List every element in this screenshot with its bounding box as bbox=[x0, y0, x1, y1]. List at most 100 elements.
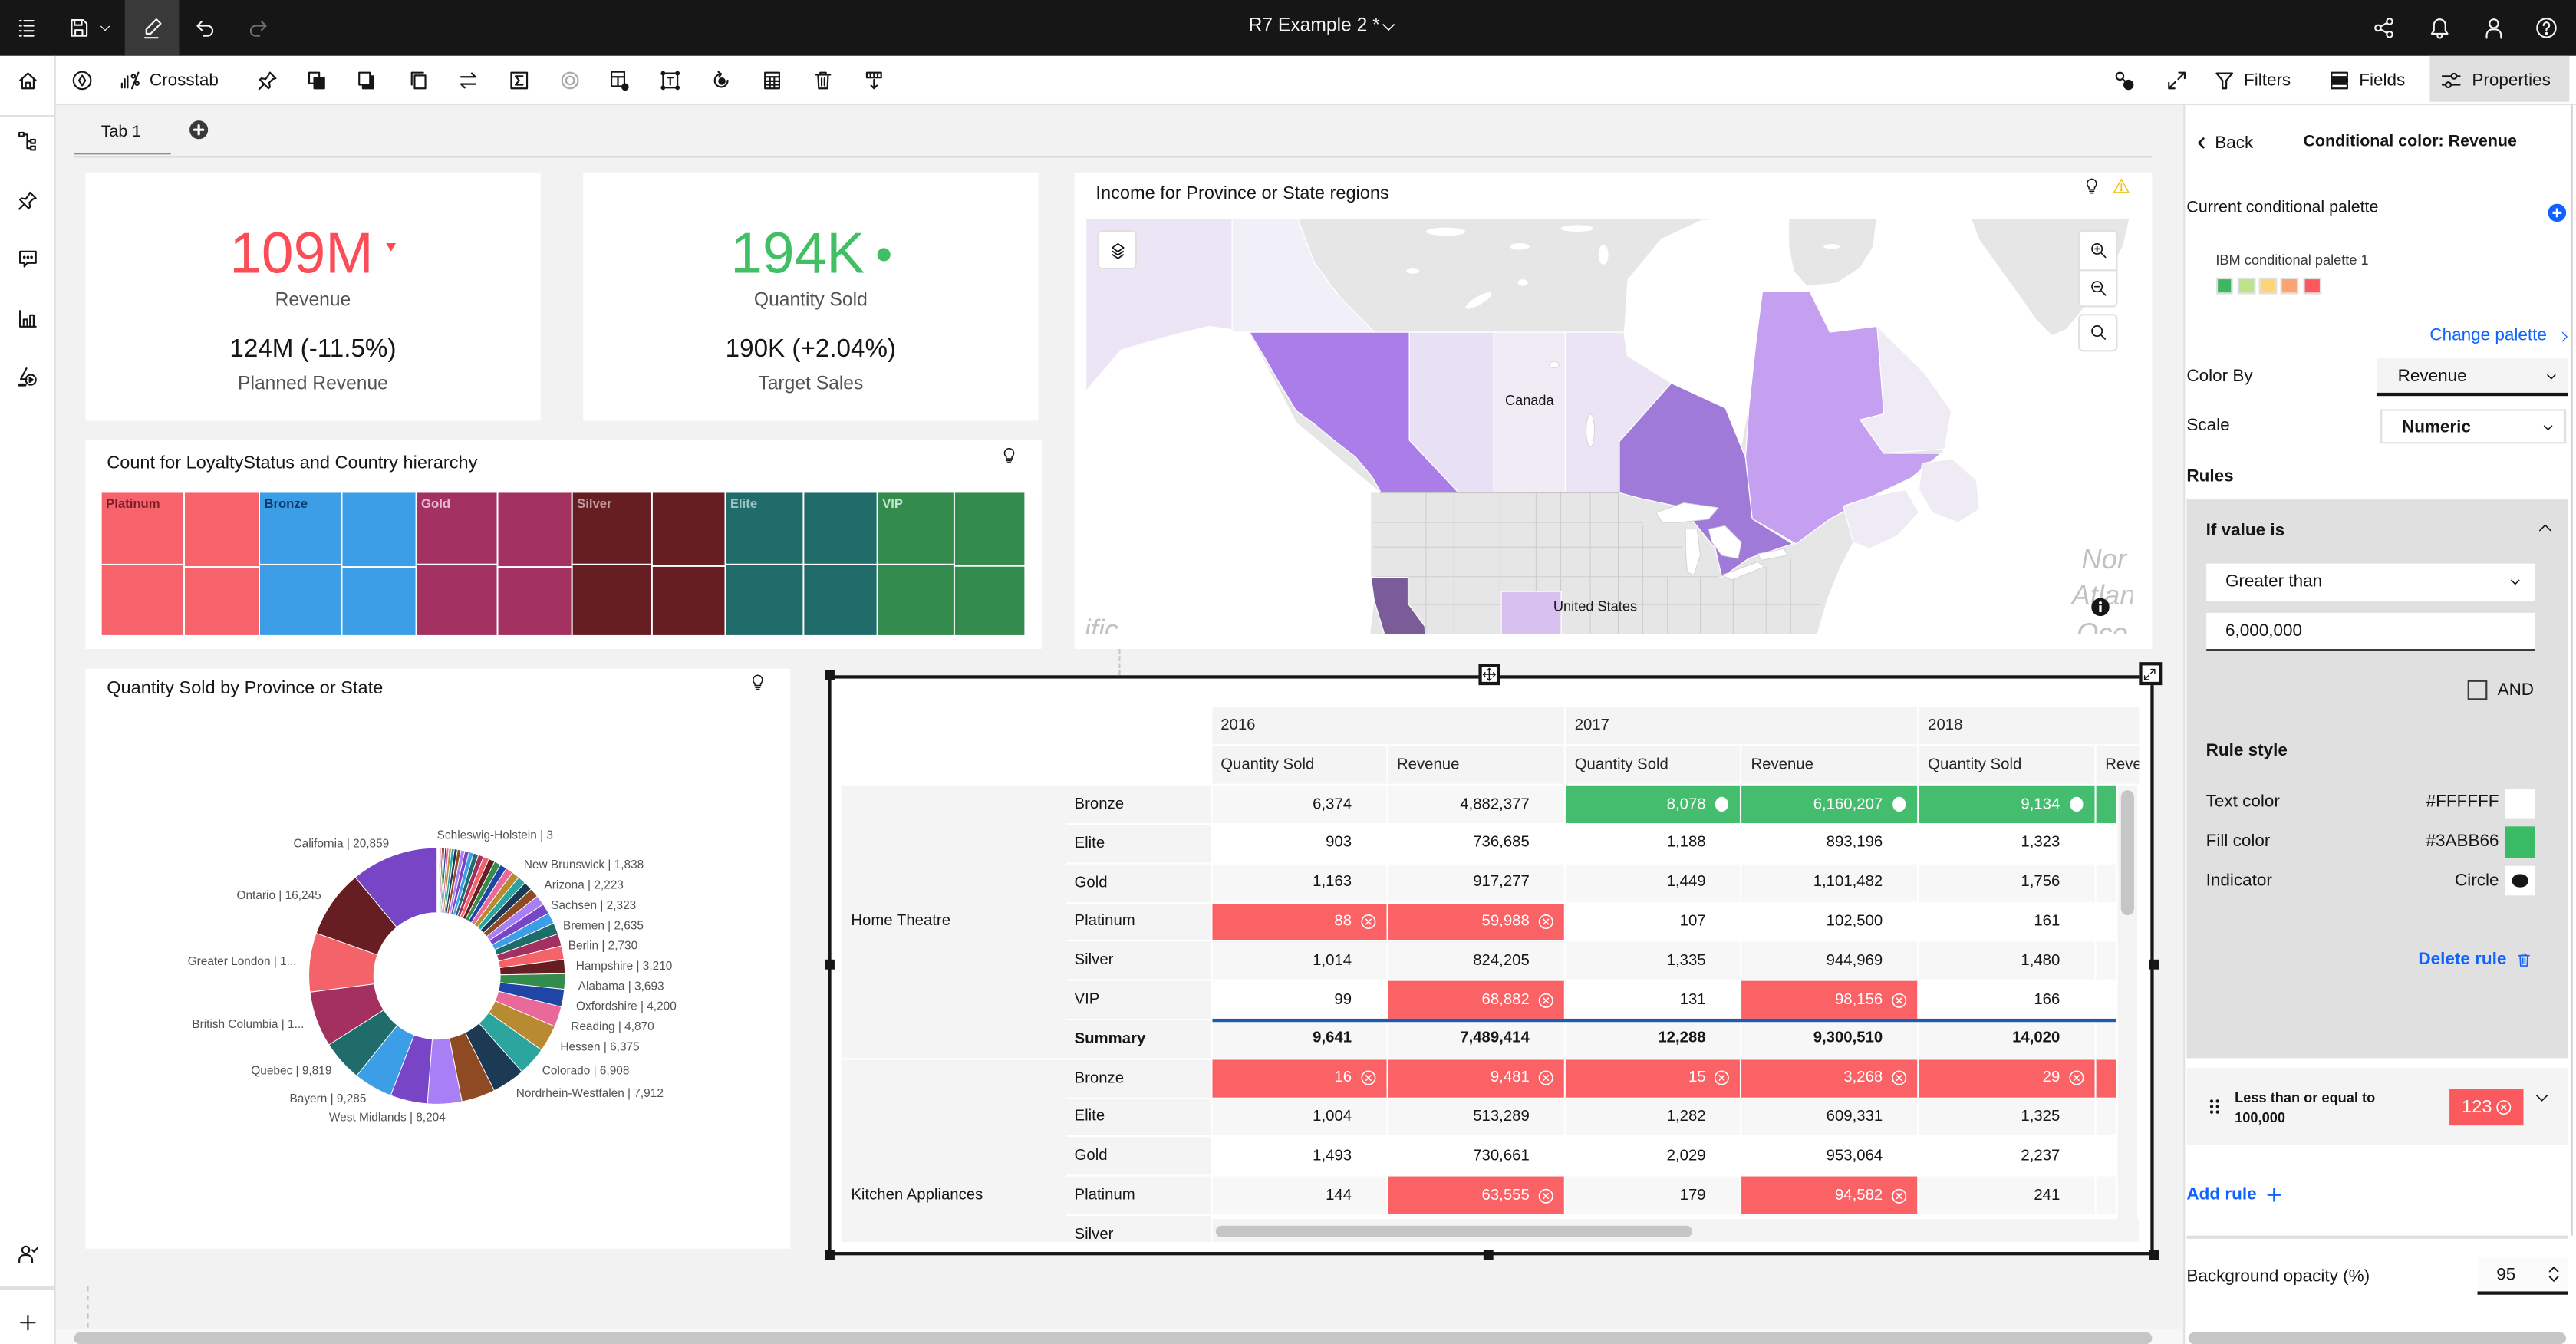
add-tab-button[interactable] bbox=[182, 114, 215, 147]
vertical-scrollbar-thumb[interactable] bbox=[2120, 790, 2134, 916]
data-cell[interactable]: 7,489,414 bbox=[1388, 1020, 1566, 1059]
fields-label[interactable]: Fields bbox=[2359, 71, 2405, 88]
row-header[interactable]: Elite bbox=[1066, 1099, 1212, 1138]
canvas-scrollbar-thumb[interactable] bbox=[74, 1332, 2153, 1343]
data-cell[interactable]: 824,205 bbox=[1388, 942, 1566, 982]
row-header[interactable]: Silver bbox=[1066, 1215, 1212, 1243]
data-cell[interactable] bbox=[2096, 1020, 2116, 1059]
treemap-cell[interactable] bbox=[571, 563, 653, 637]
data-cell[interactable]: 6,374 bbox=[1211, 786, 1388, 825]
row-header[interactable]: Platinum bbox=[1066, 1176, 1212, 1216]
data-cell[interactable] bbox=[2096, 1099, 2116, 1138]
expand-button[interactable] bbox=[2160, 63, 2193, 96]
data-cell[interactable]: 9,300,510 bbox=[1741, 1020, 1919, 1059]
data-cell-low[interactable]: 16 bbox=[1211, 1059, 1388, 1099]
data-cell[interactable]: 179 bbox=[1565, 1176, 1742, 1216]
properties-tab[interactable]: Properties bbox=[2429, 54, 2570, 102]
data-cell[interactable]: 14,020 bbox=[1919, 1020, 2097, 1059]
data-cell[interactable]: 1,449 bbox=[1565, 864, 1742, 904]
share-button[interactable] bbox=[2367, 11, 2400, 44]
edit-button[interactable] bbox=[136, 11, 169, 44]
notifications-button[interactable] bbox=[2423, 11, 2456, 44]
data-cell-high[interactable] bbox=[2096, 786, 2116, 825]
treemap-cell[interactable] bbox=[341, 566, 417, 637]
warning-button[interactable] bbox=[2104, 170, 2137, 203]
data-cell[interactable]: 1,325 bbox=[1919, 1099, 2097, 1138]
map-search-button[interactable] bbox=[2078, 314, 2118, 352]
undo-button[interactable] bbox=[189, 11, 222, 44]
data-cell[interactable]: 730,661 bbox=[1388, 1137, 1566, 1177]
data-cell[interactable]: 9,641 bbox=[1211, 1020, 1388, 1059]
row-header[interactable]: Elite bbox=[1066, 825, 1212, 865]
treemap-cell[interactable] bbox=[651, 491, 726, 567]
data-cell-low[interactable]: 3,268 bbox=[1741, 1059, 1919, 1099]
background-opacity-input[interactable]: 95 bbox=[2476, 1257, 2568, 1294]
send-backward-button[interactable] bbox=[402, 63, 435, 96]
treemap-cell[interactable] bbox=[183, 566, 260, 637]
treemap-cell[interactable] bbox=[183, 491, 260, 568]
panel-scrollbar-thumb[interactable] bbox=[2188, 1332, 2567, 1343]
row-header[interactable]: Platinum bbox=[1066, 903, 1212, 943]
data-cell[interactable]: 12,288 bbox=[1565, 1020, 1742, 1059]
data-cell[interactable]: 1,163 bbox=[1211, 864, 1388, 904]
dashboard-title[interactable]: R7 Example 2 * bbox=[1249, 16, 1380, 36]
filters-label[interactable]: Filters bbox=[2244, 71, 2291, 88]
data-cell[interactable]: 166 bbox=[1919, 981, 2097, 1021]
treemap-card[interactable]: Count for LoyaltyStatus and Country hier… bbox=[85, 440, 1042, 650]
donut-chart[interactable]: Schleswig-Holstein | 3 New Brunswick | 1,… bbox=[85, 669, 790, 1249]
data-cell[interactable]: 102,500 bbox=[1741, 903, 1919, 943]
sidebar-item-visualizations[interactable] bbox=[11, 302, 44, 335]
data-cell[interactable]: 131 bbox=[1565, 981, 1742, 1021]
widget-type-label[interactable]: Crosstab bbox=[150, 71, 219, 88]
focus-button[interactable] bbox=[2108, 63, 2141, 96]
fill-color-swatch[interactable] bbox=[2505, 827, 2535, 858]
treemap-cell[interactable] bbox=[496, 491, 573, 568]
data-cell[interactable]: 1,480 bbox=[1919, 942, 2097, 982]
maximize-widget-button[interactable] bbox=[2138, 662, 2162, 686]
treemap-cell[interactable] bbox=[341, 491, 417, 568]
and-checkbox-label[interactable]: AND bbox=[2498, 681, 2534, 698]
table-button[interactable] bbox=[756, 63, 789, 96]
row-header[interactable]: Gold bbox=[1066, 1137, 1212, 1177]
indicator-swatch[interactable] bbox=[2505, 866, 2535, 896]
data-cell[interactable]: 241 bbox=[1919, 1176, 2097, 1216]
data-cell[interactable]: 99 bbox=[1211, 981, 1388, 1021]
data-cell[interactable]: 513,289 bbox=[1388, 1099, 1566, 1138]
data-cell-low[interactable] bbox=[2096, 1059, 2116, 1099]
data-cell[interactable]: 4,882,377 bbox=[1388, 786, 1566, 825]
region-colorado[interactable] bbox=[1500, 591, 1562, 634]
color-by-select[interactable]: Revenue bbox=[2377, 357, 2568, 397]
map-attribution-button[interactable] bbox=[2090, 594, 2109, 616]
data-cell-low[interactable]: 29 bbox=[1919, 1059, 2097, 1099]
data-cell[interactable]: 144 bbox=[1211, 1176, 1388, 1216]
refresh-button[interactable] bbox=[705, 63, 738, 96]
collapse-rule-button[interactable] bbox=[2528, 512, 2561, 545]
data-cell[interactable]: 1,282 bbox=[1565, 1099, 1742, 1138]
treemap-chart[interactable]: Platinum Bronze Gold Silver Elite VIP bbox=[85, 440, 1041, 649]
sidebar-item-shapes-media[interactable] bbox=[11, 360, 44, 393]
data-cell[interactable]: 161 bbox=[1919, 903, 2097, 943]
data-cell-low[interactable]: 94,582 bbox=[1741, 1176, 1919, 1216]
data-cell[interactable]: 1,323 bbox=[1919, 825, 2097, 865]
data-cell-high[interactable]: 9,134 bbox=[1919, 786, 2097, 825]
row-header[interactable]: Bronze bbox=[1066, 1059, 1212, 1099]
data-cell[interactable] bbox=[2096, 825, 2116, 865]
change-visualization-button[interactable] bbox=[113, 63, 146, 96]
treemap-cell[interactable] bbox=[651, 565, 726, 637]
data-cell[interactable] bbox=[2096, 864, 2116, 904]
table-settings-button[interactable] bbox=[603, 63, 636, 96]
row-header[interactable]: Bronze bbox=[1066, 786, 1212, 825]
treemap-cell[interactable] bbox=[953, 565, 1026, 637]
data-cell[interactable]: 2,029 bbox=[1565, 1137, 1742, 1177]
sidebar-item-comments[interactable] bbox=[11, 242, 44, 275]
move-handle[interactable] bbox=[1477, 664, 1500, 686]
rule-operator-select[interactable]: Greater than bbox=[2205, 562, 2535, 601]
data-cell[interactable]: 893,196 bbox=[1741, 825, 1919, 865]
tab-1[interactable]: Tab 1 bbox=[101, 124, 141, 140]
data-cell[interactable]: 1,014 bbox=[1211, 942, 1388, 982]
pin-button[interactable] bbox=[251, 63, 284, 96]
data-cell[interactable]: 903 bbox=[1211, 825, 1388, 865]
data-cell[interactable]: 736,685 bbox=[1388, 825, 1566, 865]
data-cell-high[interactable]: 8,078 bbox=[1565, 786, 1742, 825]
row-group-header[interactable]: Home Theatre bbox=[840, 786, 1067, 1059]
